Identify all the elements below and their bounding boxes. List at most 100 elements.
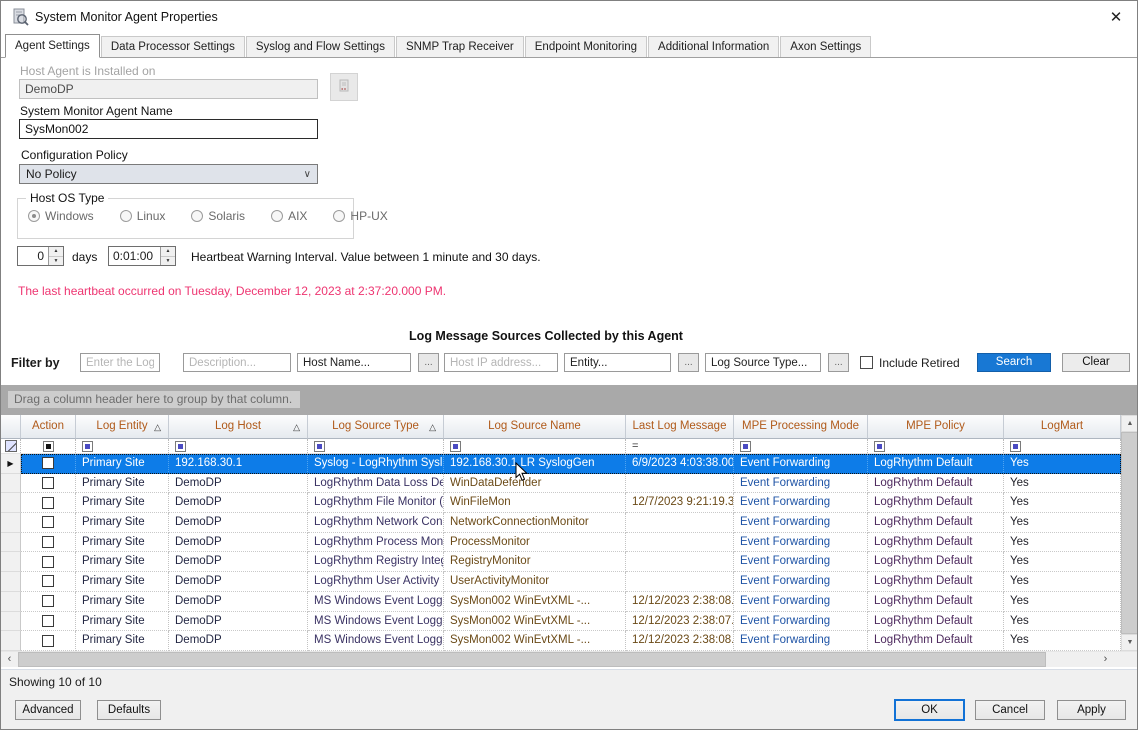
row-checkbox[interactable]: [42, 635, 54, 647]
log-source-filter-input[interactable]: [80, 353, 160, 372]
row-data[interactable]: Primary SiteDemoDPLogRhythm Registry Int…: [21, 552, 1121, 572]
table-row[interactable]: Primary SiteDemoDPLogRhythm Registry Int…: [1, 552, 1121, 572]
filter-cell-mpe-processing-mode[interactable]: [734, 439, 868, 453]
host-ip-filter-input[interactable]: [444, 353, 558, 372]
column-header-log-source-type[interactable]: Log Source Type△: [308, 415, 444, 439]
row-selector[interactable]: [1, 474, 21, 494]
cell-action[interactable]: [21, 533, 76, 553]
column-header-action[interactable]: Action: [21, 415, 76, 439]
radio-aix[interactable]: AIX: [271, 209, 307, 223]
row-data[interactable]: Primary Site192.168.30.1Syslog - LogRhyt…: [21, 454, 1121, 474]
column-header-mpe-policy[interactable]: MPE Policy: [868, 415, 1004, 439]
cell-action[interactable]: [21, 592, 76, 612]
filter-box-icon[interactable]: [175, 441, 186, 452]
spinner-arrows-icon[interactable]: ▲▼: [48, 247, 63, 265]
filter-box-icon[interactable]: [82, 441, 93, 452]
table-row[interactable]: Primary SiteDemoDPLogRhythm User Activit…: [1, 572, 1121, 592]
row-checkbox[interactable]: [42, 595, 54, 607]
vertical-scrollbar[interactable]: ▲ ▼: [1121, 415, 1138, 651]
search-button[interactable]: Search: [977, 353, 1051, 372]
row-checkbox[interactable]: [42, 516, 54, 528]
row-checkbox[interactable]: [42, 575, 54, 587]
filter-cell-mpe-policy[interactable]: [868, 439, 1004, 453]
cancel-button[interactable]: Cancel: [975, 700, 1045, 720]
cell-action[interactable]: [21, 454, 76, 474]
table-row[interactable]: ▶Primary Site192.168.30.1Syslog - LogRhy…: [1, 454, 1121, 474]
table-row[interactable]: Primary SiteDemoDPMS Windows Event Loggi…: [1, 612, 1121, 632]
log-source-type-filter-input[interactable]: [705, 353, 821, 372]
row-data[interactable]: Primary SiteDemoDPLogRhythm User Activit…: [21, 572, 1121, 592]
row-data[interactable]: Primary SiteDemoDPMS Windows Event Loggi…: [21, 592, 1121, 612]
scroll-up-icon[interactable]: ▲: [1121, 415, 1138, 432]
cell-action[interactable]: [21, 631, 76, 651]
cell-action[interactable]: [21, 493, 76, 513]
browse-agent-button[interactable]: [330, 73, 358, 101]
row-data[interactable]: Primary SiteDemoDPLogRhythm File Monitor…: [21, 493, 1121, 513]
apply-button[interactable]: Apply: [1057, 700, 1126, 720]
tab-syslog-and-flow-settings[interactable]: Syslog and Flow Settings: [246, 36, 395, 57]
cell-action[interactable]: [21, 572, 76, 592]
heartbeat-interval-stepper[interactable]: 0:01:00 ▲▼: [108, 246, 176, 266]
row-selector[interactable]: [1, 572, 21, 592]
tab-data-processor-settings[interactable]: Data Processor Settings: [101, 36, 245, 57]
entity-filter-input[interactable]: [564, 353, 671, 372]
tab-snmp-trap-receiver[interactable]: SNMP Trap Receiver: [396, 36, 524, 57]
cell-action[interactable]: [21, 513, 76, 533]
row-data[interactable]: Primary SiteDemoDPLogRhythm Process Moni…: [21, 533, 1121, 553]
radio-windows[interactable]: Windows: [28, 209, 94, 223]
advanced-button[interactable]: Advanced: [15, 700, 81, 720]
row-data[interactable]: Primary SiteDemoDPLogRhythm Network Conn…: [21, 513, 1121, 533]
filter-box-icon[interactable]: [450, 441, 461, 452]
sort-ascending-icon[interactable]: △: [293, 416, 300, 438]
horizontal-scrollbar-track[interactable]: [1046, 652, 1097, 667]
tab-agent-settings[interactable]: Agent Settings: [5, 34, 100, 58]
horizontal-scrollbar[interactable]: ‹ ›: [1, 651, 1138, 667]
entity-browse-button[interactable]: ...: [678, 353, 699, 372]
filter-box-icon[interactable]: [1010, 441, 1021, 452]
radio-hp-ux[interactable]: HP-UX: [333, 209, 387, 223]
ok-button[interactable]: OK: [894, 699, 965, 721]
row-checkbox[interactable]: [42, 457, 54, 469]
column-header-mpe-processing-mode[interactable]: MPE Processing Mode: [734, 415, 868, 439]
configuration-policy-select[interactable]: No Policy ∨: [19, 164, 318, 184]
clear-button[interactable]: Clear: [1062, 353, 1130, 372]
filter-box-icon[interactable]: [874, 441, 885, 452]
host-name-filter-input[interactable]: [297, 353, 411, 372]
column-header-logmart[interactable]: LogMart: [1004, 415, 1121, 439]
row-selector[interactable]: [1, 612, 21, 632]
filter-box-icon[interactable]: [43, 441, 54, 452]
sort-ascending-icon[interactable]: △: [429, 416, 436, 438]
row-selector[interactable]: [1, 493, 21, 513]
row-checkbox[interactable]: [42, 536, 54, 548]
radio-solaris[interactable]: Solaris: [191, 209, 245, 223]
filter-box-icon[interactable]: [314, 441, 325, 452]
filter-cell-logmart[interactable]: [1004, 439, 1121, 453]
vertical-scrollbar-thumb[interactable]: [1121, 432, 1138, 634]
filter-cell-log-entity[interactable]: [76, 439, 169, 453]
description-filter-input[interactable]: [183, 353, 291, 372]
filter-cell-action[interactable]: [21, 439, 76, 453]
sort-ascending-icon[interactable]: △: [154, 416, 161, 438]
row-selector[interactable]: ▶: [1, 454, 21, 474]
row-checkbox[interactable]: [42, 556, 54, 568]
filter-box-icon[interactable]: [740, 441, 751, 452]
radio-linux[interactable]: Linux: [120, 209, 166, 223]
cell-action[interactable]: [21, 474, 76, 494]
table-row[interactable]: Primary SiteDemoDPLogRhythm Process Moni…: [1, 533, 1121, 553]
agent-name-field[interactable]: [19, 119, 318, 139]
equals-operator-icon[interactable]: =: [632, 441, 638, 452]
cell-action[interactable]: [21, 552, 76, 572]
tab-additional-information[interactable]: Additional Information: [648, 36, 779, 57]
tab-axon-settings[interactable]: Axon Settings: [780, 36, 871, 57]
row-selector[interactable]: [1, 592, 21, 612]
scroll-right-icon[interactable]: ›: [1097, 652, 1114, 667]
host-name-browse-button[interactable]: ...: [418, 353, 439, 372]
row-selector[interactable]: [1, 513, 21, 533]
column-header-log-source-name[interactable]: Log Source Name: [444, 415, 626, 439]
table-row[interactable]: Primary SiteDemoDPMS Windows Event Loggi…: [1, 631, 1121, 651]
table-row[interactable]: Primary SiteDemoDPMS Windows Event Loggi…: [1, 592, 1121, 612]
scroll-down-icon[interactable]: ▼: [1121, 634, 1138, 651]
table-row[interactable]: Primary SiteDemoDPLogRhythm File Monitor…: [1, 493, 1121, 513]
table-row[interactable]: Primary SiteDemoDPLogRhythm Network Conn…: [1, 513, 1121, 533]
filter-row-edit-cell[interactable]: [1, 439, 21, 453]
